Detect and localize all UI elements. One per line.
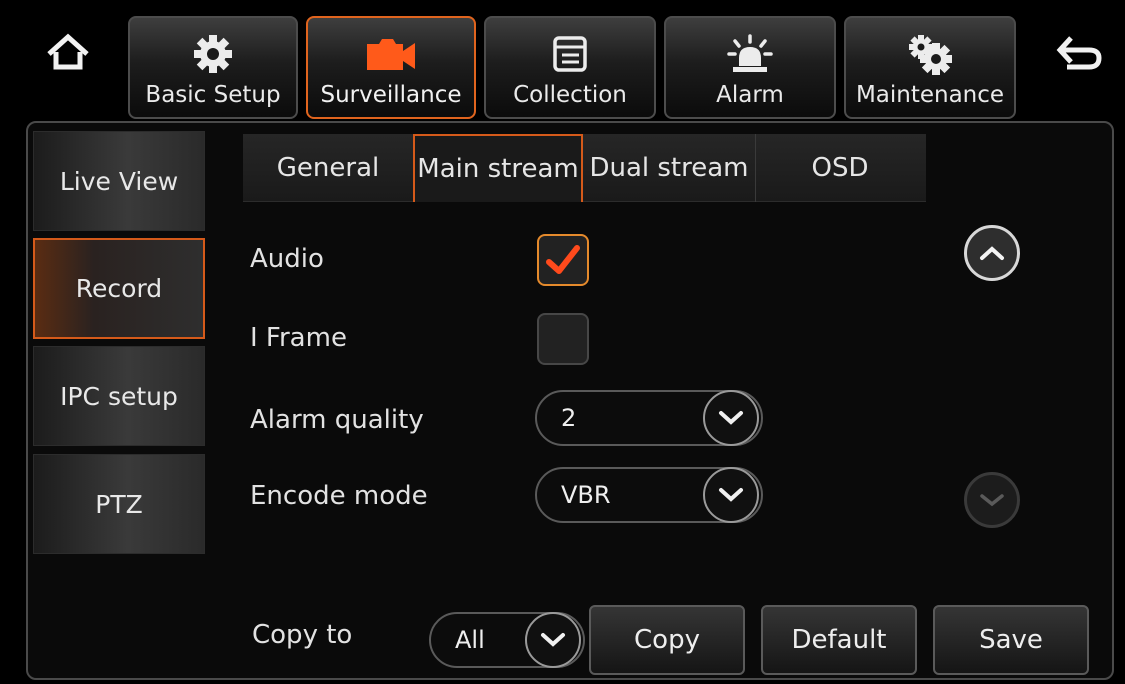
save-button[interactable]: Save (933, 605, 1089, 675)
scroll-up-button[interactable] (964, 225, 1020, 281)
tab-label: Main stream (417, 154, 579, 184)
chevron-down-icon[interactable] (703, 467, 759, 523)
copy-button-label: Copy (634, 625, 700, 655)
home-icon (47, 33, 89, 70)
siren-icon (727, 34, 773, 74)
default-button[interactable]: Default (761, 605, 917, 675)
document-icon (552, 34, 588, 74)
tab-label: General (276, 153, 380, 183)
copy-to-label: Copy to (252, 620, 353, 650)
iframe-label: I Frame (250, 323, 347, 353)
chevron-down-icon[interactable] (525, 612, 581, 668)
sidebar-item-label: IPC setup (60, 381, 178, 411)
audio-label: Audio (250, 244, 324, 274)
camera-icon (365, 34, 417, 74)
alarm-quality-value: 2 (561, 404, 577, 432)
nav-tab-maintenance[interactable]: Maintenance (844, 16, 1016, 119)
copy-to-select[interactable]: All (429, 612, 585, 668)
tab-osd[interactable]: OSD (755, 134, 925, 202)
nav-tab-label: Surveillance (320, 82, 462, 108)
scroll-down-button[interactable] (964, 472, 1020, 528)
nav-tab-label: Maintenance (855, 82, 1005, 108)
gear-icon (193, 34, 233, 74)
audio-checkbox[interactable] (537, 234, 589, 286)
tab-general[interactable]: General (243, 134, 413, 202)
nav-tab-label: Basic Setup (145, 82, 281, 108)
chevron-down-icon[interactable] (703, 390, 759, 446)
alarm-quality-select[interactable]: 2 (535, 390, 763, 446)
nav-tab-collection[interactable]: Collection (484, 16, 656, 119)
back-button[interactable] (1048, 20, 1112, 84)
tab-main-stream[interactable]: Main stream (413, 134, 583, 202)
chevron-up-icon (980, 246, 1004, 260)
nav-tab-label: Alarm (716, 82, 784, 108)
tab-dual-stream[interactable]: Dual stream (583, 134, 755, 202)
back-arrow-icon (1056, 36, 1102, 70)
sidebar-item-ptz[interactable]: PTZ (33, 454, 205, 554)
nav-tab-label: Collection (513, 82, 627, 108)
sidebar-item-live-view[interactable]: Live View (33, 131, 205, 231)
sidebar-item-record[interactable]: Record (33, 238, 205, 339)
sidebar-item-label: Record (75, 274, 163, 303)
tab-label: Dual stream (589, 153, 749, 183)
copy-button[interactable]: Copy (589, 605, 745, 675)
sidebar-item-ipc-setup[interactable]: IPC setup (33, 346, 205, 446)
alarm-quality-label: Alarm quality (250, 405, 424, 435)
nav-tab-basic-setup[interactable]: Basic Setup (128, 16, 298, 119)
save-button-label: Save (979, 625, 1043, 655)
iframe-checkbox[interactable] (537, 313, 589, 365)
encode-mode-label: Encode mode (250, 481, 428, 511)
home-button[interactable] (36, 20, 100, 84)
checkmark-icon (546, 245, 580, 274)
default-button-label: Default (791, 625, 887, 655)
tab-label: OSD (811, 153, 869, 183)
sidebar-item-label: Live View (59, 166, 179, 196)
encode-mode-select[interactable]: VBR (535, 467, 763, 523)
sidebar-item-label: PTZ (95, 489, 143, 519)
chevron-down-icon (980, 494, 1004, 507)
nav-tab-alarm[interactable]: Alarm (664, 16, 836, 119)
copy-to-value: All (455, 626, 485, 654)
nav-tab-surveillance[interactable]: Surveillance (306, 16, 476, 119)
gears-icon (906, 34, 954, 75)
encode-mode-value: VBR (561, 481, 611, 509)
